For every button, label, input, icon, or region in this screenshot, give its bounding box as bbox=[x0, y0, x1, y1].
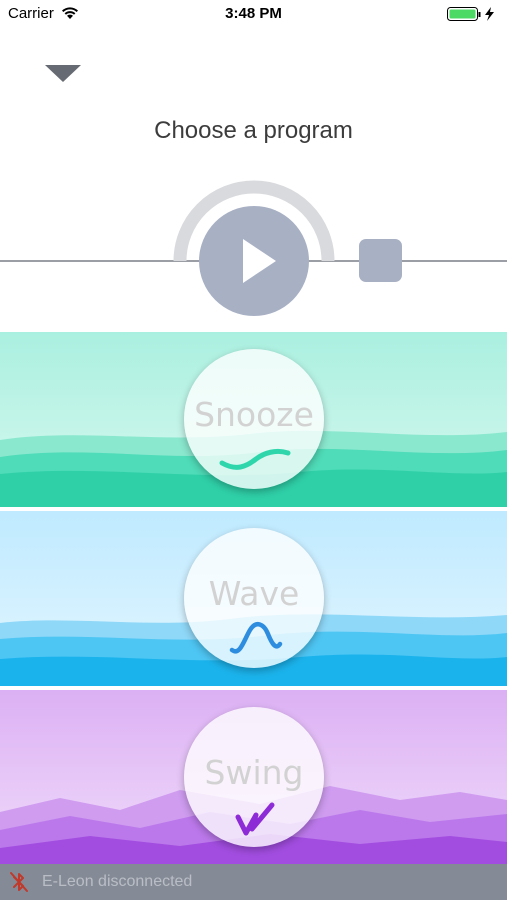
program-label-snooze: Snooze bbox=[194, 395, 314, 434]
program-card-swing[interactable]: Swing bbox=[0, 690, 507, 865]
program-button-snooze[interactable]: Snooze bbox=[184, 349, 324, 489]
bluetooth-disabled-icon bbox=[10, 872, 28, 892]
swing-check-icon bbox=[235, 802, 275, 836]
page-title: Choose a program bbox=[154, 117, 353, 144]
program-card-snooze[interactable]: Snooze bbox=[0, 332, 507, 507]
player-control bbox=[0, 180, 507, 316]
program-button-wave[interactable]: Wave bbox=[184, 528, 324, 668]
program-label-swing: Swing bbox=[204, 753, 304, 792]
connection-status-text: E-Leon disconnected bbox=[42, 873, 193, 890]
snooze-wave-icon bbox=[219, 448, 291, 470]
play-button[interactable] bbox=[199, 206, 309, 316]
stop-button[interactable] bbox=[359, 239, 402, 282]
battery-icon bbox=[447, 7, 494, 21]
program-button-swing[interactable]: Swing bbox=[184, 707, 324, 847]
sine-wave-icon bbox=[229, 621, 283, 654]
connection-status-bar: E-Leon disconnected bbox=[0, 864, 507, 900]
chevron-down-icon[interactable] bbox=[44, 64, 82, 84]
program-label-wave: Wave bbox=[208, 574, 300, 613]
program-card-wave[interactable]: Wave bbox=[0, 511, 507, 686]
clock: 3:48 PM bbox=[225, 5, 282, 22]
status-bar: Carrier 3:48 PM bbox=[0, 0, 507, 28]
